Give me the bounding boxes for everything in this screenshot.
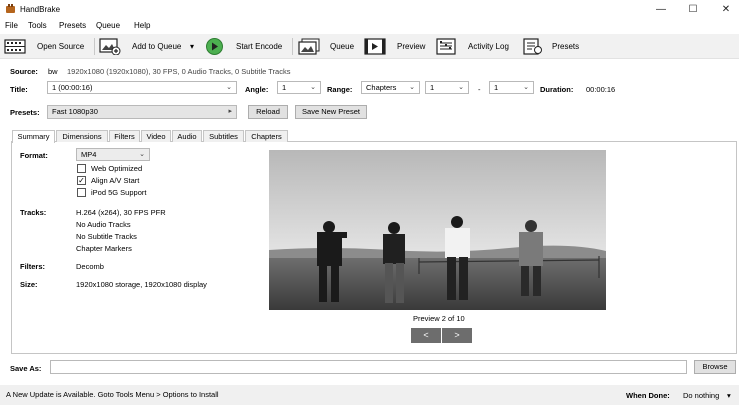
preview-image <box>269 150 606 310</box>
web-optimized-label: Web Optimized <box>91 164 143 173</box>
toolbar-separator <box>94 38 95 55</box>
menu-file[interactable]: File <box>5 21 18 30</box>
presets-icon[interactable] <box>522 38 544 55</box>
duration-value: 00:00:16 <box>586 85 616 94</box>
title-label: Title: <box>10 85 28 94</box>
tab-audio[interactable]: Audio <box>172 130 202 142</box>
ipod-support-checkbox[interactable] <box>77 188 86 197</box>
source-name: bw <box>48 67 58 76</box>
preview-next-button[interactable]: > <box>442 328 472 343</box>
chevron-down-icon: ⌄ <box>226 84 232 91</box>
format-label: Format: <box>20 151 48 160</box>
range-start-dropdown[interactable]: 1 ⌄ <box>425 81 469 94</box>
browse-button[interactable]: Browse <box>694 360 736 374</box>
track-item: No Audio Tracks <box>76 220 131 229</box>
presets-label: Presets: <box>10 108 40 117</box>
track-item: Chapter Markers <box>76 244 132 253</box>
start-encode-button[interactable]: Start Encode <box>236 42 282 51</box>
update-message: A New Update is Available. Goto Tools Me… <box>6 390 219 399</box>
add-to-queue-icon[interactable] <box>99 38 121 55</box>
range-label: Range: <box>327 85 353 94</box>
activity-log-icon[interactable] <box>436 38 458 55</box>
source-details: 1920x1080 (1920x1080), 30 FPS, 0 Audio T… <box>67 67 291 76</box>
range-start-value: 1 <box>430 83 435 92</box>
preset-value: Fast 1080p30 <box>52 107 98 116</box>
tab-summary[interactable]: Summary <box>12 130 55 143</box>
align-av-label: Align A/V Start <box>91 176 140 185</box>
queue-icon[interactable] <box>298 38 320 55</box>
format-dropdown[interactable]: MP4 ⌄ <box>76 148 150 161</box>
presets-button[interactable]: Presets <box>552 42 579 51</box>
range-type-dropdown[interactable]: Chapters ⌄ <box>361 81 420 94</box>
add-to-queue-button[interactable]: Add to Queue <box>132 42 181 51</box>
angle-dropdown[interactable]: 1 ⌄ <box>277 81 321 94</box>
title-dropdown[interactable]: 1 (00:00:16) ⌄ <box>47 81 237 94</box>
filters-label: Filters: <box>20 262 46 271</box>
menu-queue[interactable]: Queue <box>96 21 120 30</box>
handbrake-logo-icon <box>6 4 15 13</box>
range-end-dropdown[interactable]: 1 ⌄ <box>489 81 534 94</box>
source-label: Source: <box>10 67 38 76</box>
menu-tools[interactable]: Tools <box>28 21 47 30</box>
reload-button[interactable]: Reload <box>248 105 288 119</box>
web-optimized-checkbox[interactable] <box>77 164 86 173</box>
chevron-down-icon: ⌄ <box>139 151 145 158</box>
start-encode-icon[interactable] <box>205 38 224 55</box>
chevron-down-icon: ⌄ <box>310 84 316 91</box>
duration-label: Duration: <box>540 85 574 94</box>
tab-filters[interactable]: Filters <box>109 130 140 142</box>
align-av-checkbox[interactable]: ✓ <box>77 176 86 185</box>
chevron-down-icon: ⌄ <box>523 84 529 91</box>
close-button[interactable]: ✕ <box>711 2 739 17</box>
track-item: H.264 (x264), 30 FPS PFR <box>76 208 166 217</box>
menu-presets[interactable]: Presets <box>59 21 86 30</box>
size-label: Size: <box>20 280 38 289</box>
save-as-input[interactable] <box>50 360 687 374</box>
menu-help[interactable]: Help <box>134 21 150 30</box>
title-bar <box>0 0 739 19</box>
add-to-queue-dropdown-arrow-icon[interactable]: ▾ <box>190 42 194 51</box>
when-done-label: When Done: <box>626 391 670 400</box>
preview-caption: Preview 2 of 10 <box>413 314 465 323</box>
checkmark-icon: ✓ <box>78 176 85 185</box>
tab-subtitles[interactable]: Subtitles <box>203 130 244 142</box>
tab-video[interactable]: Video <box>141 130 171 142</box>
ipod-support-label: iPod 5G Support <box>91 188 147 197</box>
format-value: MP4 <box>81 150 97 159</box>
preview-button[interactable]: Preview <box>397 42 425 51</box>
open-source-button[interactable]: Open Source <box>37 42 84 51</box>
toolbar-separator <box>292 38 293 55</box>
open-source-icon[interactable] <box>4 38 26 55</box>
filters-value: Decomb <box>76 262 104 271</box>
range-type-value: Chapters <box>366 83 397 92</box>
title-dropdown-value: 1 (00:00:16) <box>52 83 93 92</box>
angle-dropdown-value: 1 <box>282 83 287 92</box>
activity-log-button[interactable]: Activity Log <box>468 42 509 51</box>
chevron-right-icon: ▸ <box>228 108 232 115</box>
angle-label: Angle: <box>245 85 269 94</box>
range-end-value: 1 <box>494 83 499 92</box>
minimize-button[interactable]: — <box>646 2 676 17</box>
tab-chapters[interactable]: Chapters <box>245 130 288 142</box>
range-dash: - <box>478 85 481 94</box>
chevron-down-icon[interactable]: ▾ <box>727 391 731 400</box>
save-as-label: Save As: <box>10 364 42 373</box>
size-value: 1920x1080 storage, 1920x1080 display <box>76 280 207 289</box>
when-done-value[interactable]: Do nothing <box>683 391 719 400</box>
preview-prev-button[interactable]: < <box>411 328 441 343</box>
track-item: No Subtitle Tracks <box>76 232 137 241</box>
window-title: HandBrake <box>20 5 61 14</box>
maximize-button[interactable]: ☐ <box>678 2 708 17</box>
tab-dimensions[interactable]: Dimensions <box>56 130 108 142</box>
chevron-down-icon: ⌄ <box>458 84 464 91</box>
preview-icon[interactable] <box>364 38 386 55</box>
save-new-preset-button[interactable]: Save New Preset <box>295 105 367 119</box>
preset-selector[interactable]: Fast 1080p30 ▸ <box>47 105 237 119</box>
tracks-label: Tracks: <box>20 208 47 217</box>
chevron-down-icon: ⌄ <box>409 84 415 91</box>
queue-button[interactable]: Queue <box>330 42 354 51</box>
